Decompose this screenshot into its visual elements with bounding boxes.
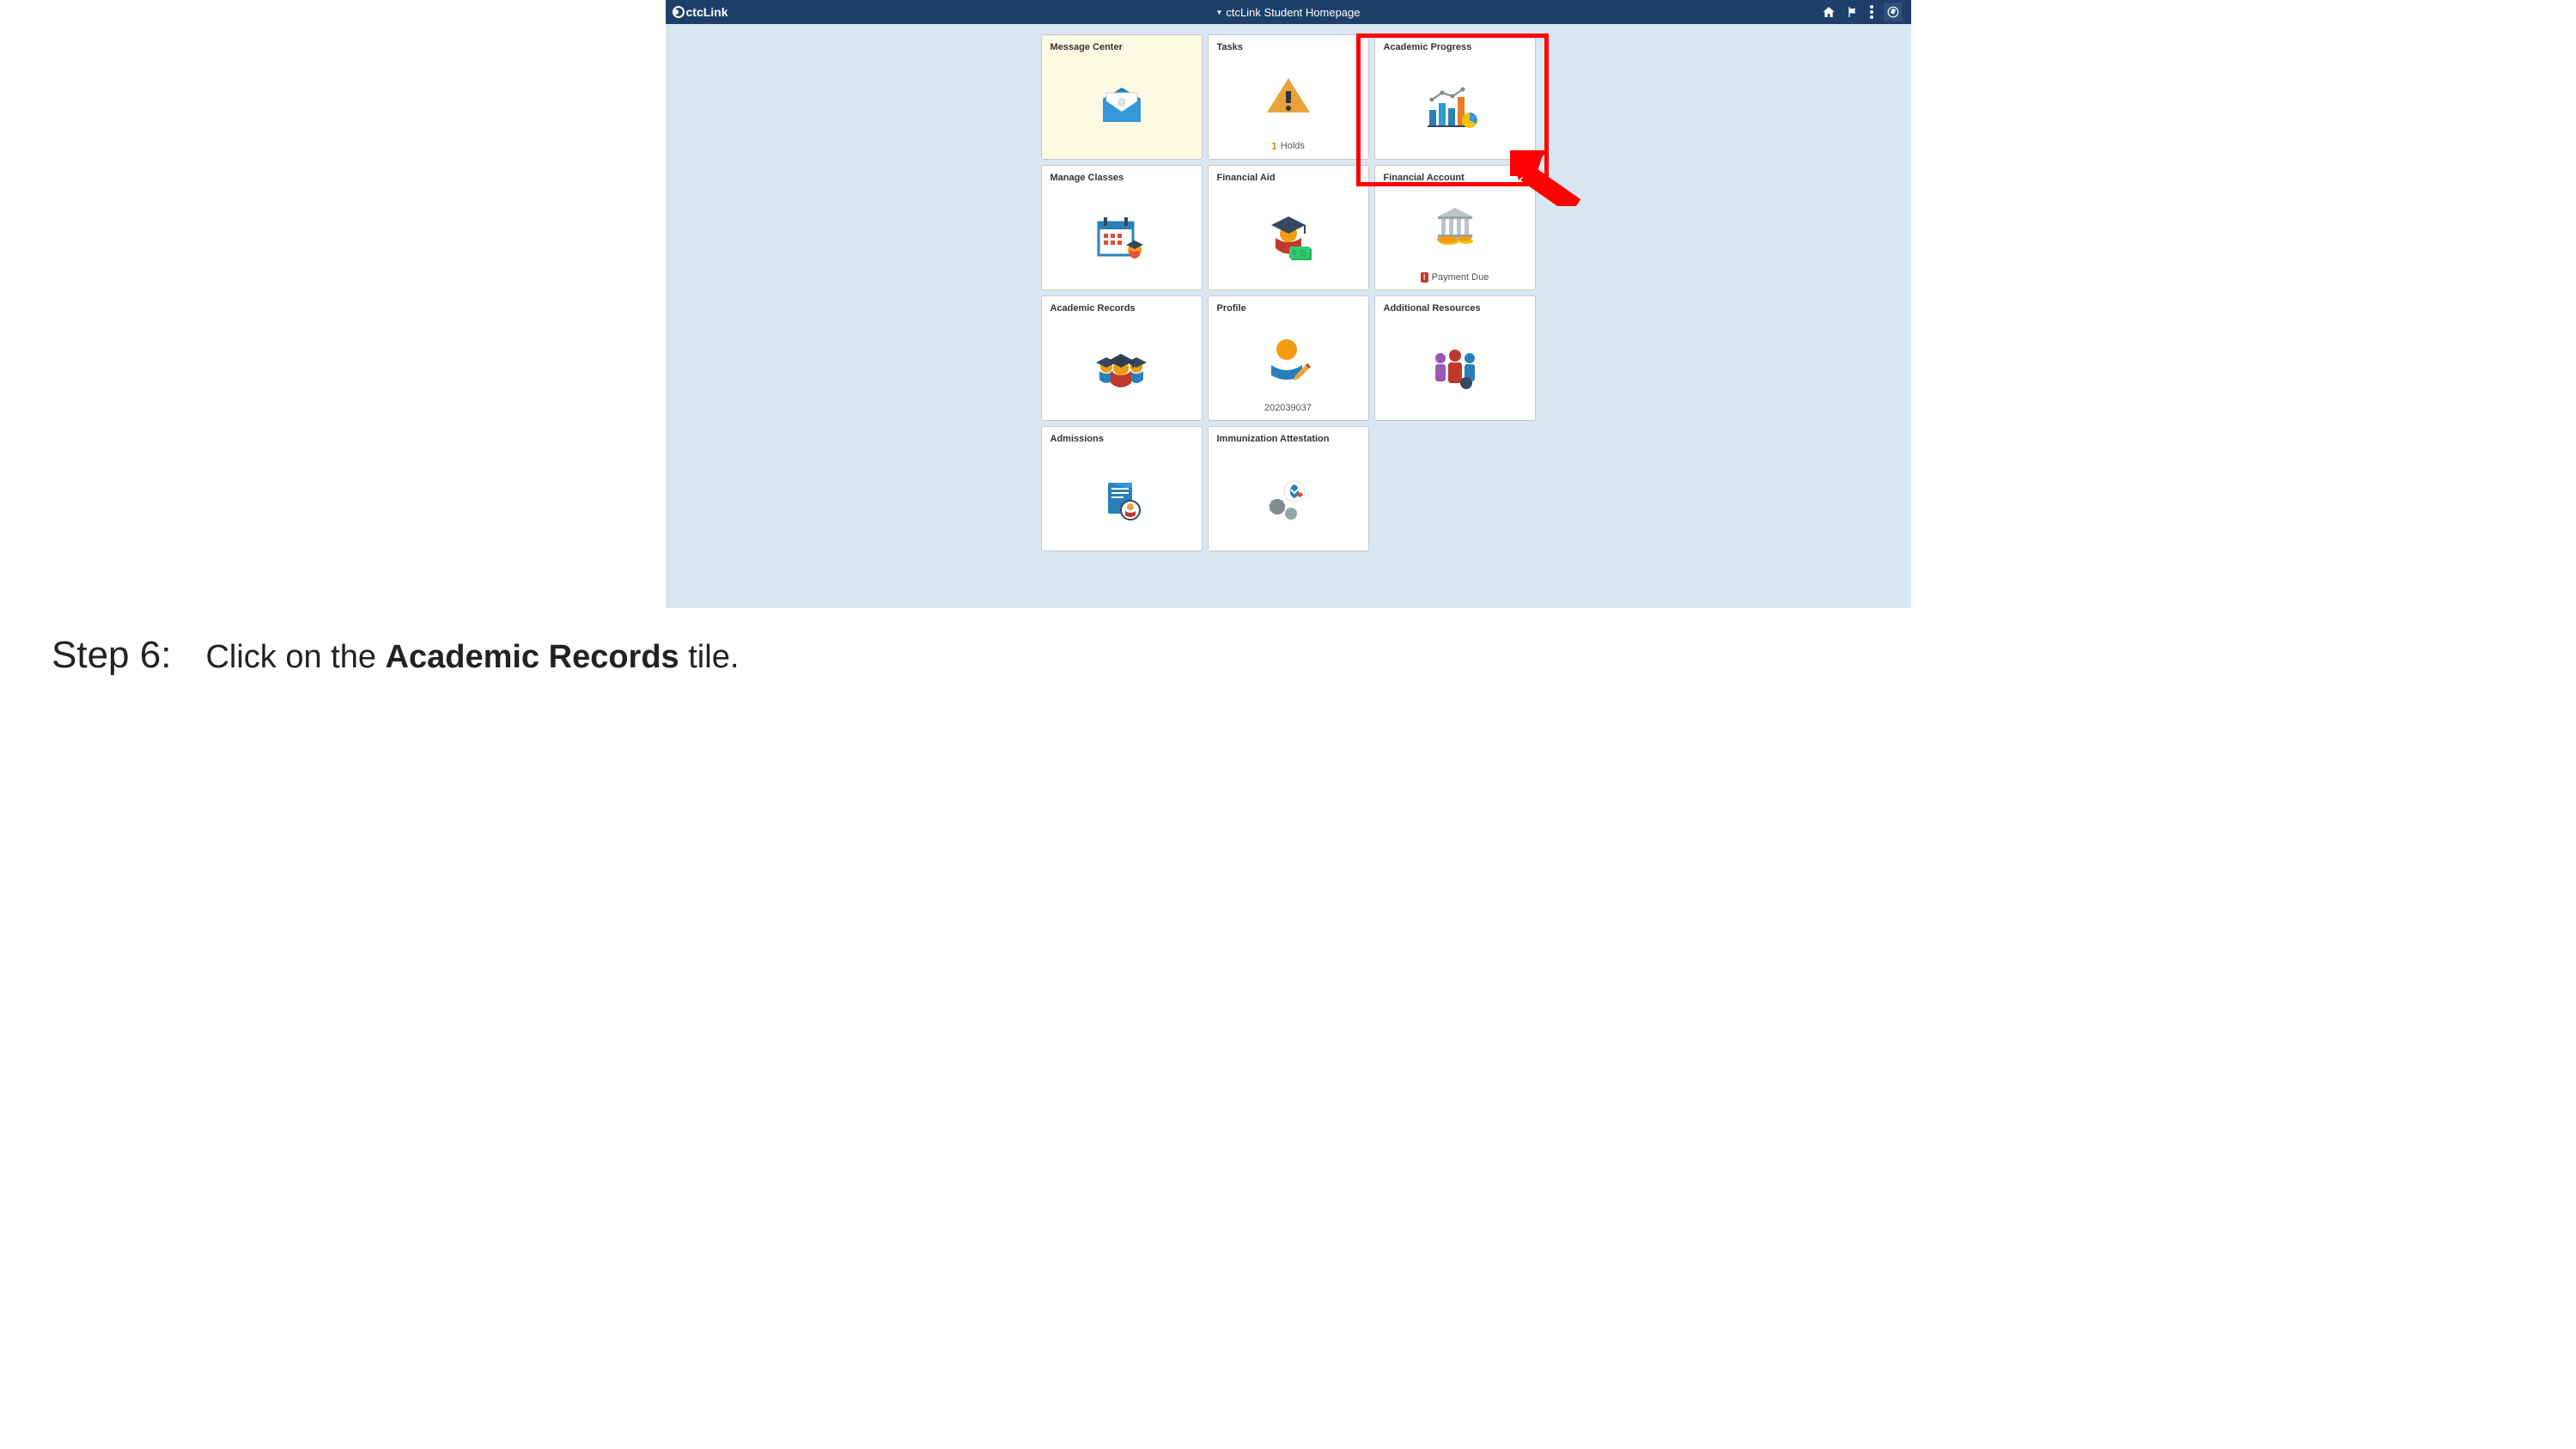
tile-title: Profile	[1209, 296, 1368, 317]
svg-text:@: @	[1117, 98, 1125, 107]
tile-title: Immunization Attestation	[1209, 427, 1368, 447]
tile-financial-account[interactable]: Financial Account	[1374, 165, 1536, 290]
financial-aid-icon	[1209, 186, 1368, 289]
tile-title: Academic Progress	[1375, 35, 1535, 56]
manage-classes-icon	[1042, 186, 1202, 289]
step-prefix: Click on the	[205, 639, 385, 675]
tile-title: Financial Account	[1375, 166, 1535, 186]
holds-count: 1	[1271, 140, 1277, 152]
tile-title: Manage Classes	[1042, 166, 1202, 186]
page-title: ctcLink Student Homepage	[1226, 6, 1360, 19]
homepage-dropdown[interactable]: ▼ ctcLink Student Homepage	[1215, 6, 1360, 19]
tile-footer: 1 Holds	[1209, 135, 1368, 159]
profile-id: 202039037	[1264, 403, 1312, 413]
tile-title: Tasks	[1209, 35, 1368, 56]
tile-academic-records[interactable]: Academic Records	[1041, 295, 1203, 421]
instruction-bar: Step 6: Click on the Academic Records ti…	[0, 608, 2576, 711]
tile-title: Message Center	[1042, 35, 1202, 56]
tile-title: Additional Resources	[1375, 296, 1535, 317]
academic-records-icon	[1042, 317, 1202, 420]
tile-title: Admissions	[1042, 427, 1202, 447]
menu-dots-icon[interactable]	[1870, 5, 1873, 19]
flag-icon[interactable]	[1846, 5, 1860, 19]
logo-icon	[673, 6, 685, 18]
tile-additional-resources[interactable]: Additional Resources	[1374, 295, 1536, 421]
academic-progress-icon	[1375, 56, 1535, 159]
additional-resources-icon	[1375, 317, 1535, 420]
header-left: ctcLink	[666, 5, 728, 19]
home-icon[interactable]	[1822, 5, 1836, 19]
compass-icon[interactable]	[1884, 3, 1903, 21]
step-label: Step 6:	[52, 634, 171, 677]
tile-message-center[interactable]: Message Center @	[1041, 34, 1203, 160]
tile-academic-progress[interactable]: Academic Progress	[1374, 34, 1536, 160]
admissions-icon	[1042, 447, 1202, 551]
tile-admissions[interactable]: Admissions	[1041, 426, 1203, 551]
profile-icon	[1209, 317, 1368, 398]
holds-label: Holds	[1281, 141, 1305, 151]
tile-tasks[interactable]: Tasks 1 Holds	[1208, 34, 1369, 160]
financial-account-icon	[1375, 186, 1535, 267]
tasks-icon	[1209, 56, 1368, 135]
tile-title: Academic Records	[1042, 296, 1202, 317]
tile-manage-classes[interactable]: Manage Classes	[1041, 165, 1203, 290]
step-text: Click on the Academic Records tile.	[205, 639, 739, 676]
tile-footer: ! Payment Due	[1375, 267, 1535, 289]
tile-financial-aid[interactable]: Financial Aid	[1208, 165, 1369, 290]
brand-text: ctcLink	[686, 5, 728, 19]
immunization-icon	[1209, 447, 1368, 551]
caret-down-icon: ▼	[1215, 9, 1222, 16]
tile-title: Financial Aid	[1209, 166, 1368, 186]
alert-badge: !	[1421, 272, 1428, 283]
content-area: Message Center @ Tasks	[666, 24, 1911, 608]
tile-grid: Message Center @ Tasks	[666, 34, 1911, 551]
header-bar: ctcLink ▼ ctcLink Student Homepage	[666, 0, 1911, 24]
tile-footer: 202039037	[1209, 398, 1368, 420]
payment-due-label: Payment Due	[1432, 272, 1489, 283]
tile-profile[interactable]: Profile 202039037	[1208, 295, 1369, 421]
brand-logo: ctcLink	[673, 5, 728, 19]
message-center-icon: @	[1042, 56, 1202, 159]
step-bold: Academic Records	[386, 639, 679, 675]
tile-immunization[interactable]: Immunization Attestation	[1208, 426, 1369, 551]
header-actions	[1822, 3, 1911, 21]
step-suffix: tile.	[679, 639, 740, 675]
